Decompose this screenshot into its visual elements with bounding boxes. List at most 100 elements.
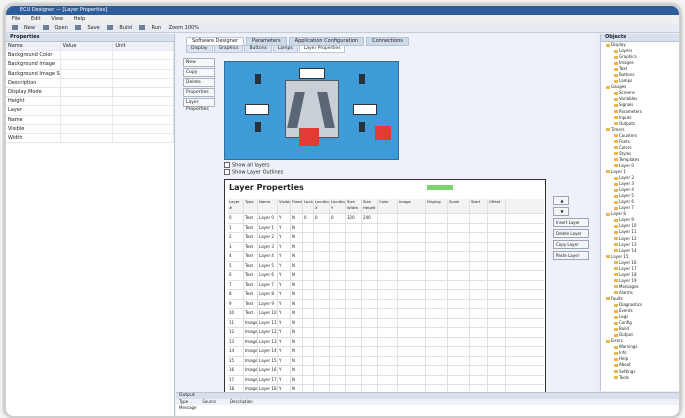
property-row[interactable]: Visible	[6, 124, 174, 134]
table-row[interactable]: 16 Image Layer 16 Y N	[228, 366, 544, 376]
table-cell[interactable]	[448, 366, 470, 375]
table-cell[interactable]	[398, 356, 426, 365]
table-cell[interactable]	[488, 280, 506, 289]
display-preview[interactable]	[224, 61, 399, 160]
table-cell[interactable]	[346, 347, 362, 356]
table-cell[interactable]	[362, 261, 378, 270]
table-cell[interactable]	[426, 261, 448, 270]
table-cell[interactable]: 10	[228, 309, 244, 318]
table-cell[interactable]: Layer 8	[258, 290, 278, 299]
table-cell[interactable]	[488, 214, 506, 223]
subtab-display[interactable]: Display	[186, 45, 213, 53]
table-cell[interactable]: Y	[278, 309, 291, 318]
table-cell[interactable]	[378, 223, 398, 232]
table-cell[interactable]	[362, 299, 378, 308]
table-cell[interactable]	[314, 290, 330, 299]
table-cell[interactable]	[488, 290, 506, 299]
table-cell[interactable]	[448, 290, 470, 299]
table-row[interactable]: 11 Image Layer 11 Y N	[228, 318, 544, 328]
table-cell[interactable]	[330, 328, 346, 337]
table-cell[interactable]: Text	[244, 252, 258, 261]
table-cell[interactable]	[398, 309, 426, 318]
table-cell[interactable]: Layer 16	[258, 366, 278, 375]
table-cell[interactable]: Layer 7	[258, 280, 278, 289]
table-cell[interactable]: Layer 15	[258, 356, 278, 365]
table-cell[interactable]: Layer 14	[258, 347, 278, 356]
table-cell[interactable]	[448, 309, 470, 318]
table-cell[interactable]: Y	[278, 261, 291, 270]
copy-layer-button[interactable]: Copy Layer	[553, 240, 589, 249]
table-cell[interactable]	[448, 375, 470, 384]
table-cell[interactable]	[426, 290, 448, 299]
table-cell[interactable]	[330, 280, 346, 289]
delete-layer-button[interactable]: Delete Layer	[553, 229, 589, 238]
table-cell[interactable]	[426, 328, 448, 337]
table-cell[interactable]	[426, 347, 448, 356]
table-cell[interactable]: Layer 3	[258, 242, 278, 251]
table-cell[interactable]: Y	[278, 290, 291, 299]
table-row[interactable]: 4 Text Layer 4YN	[228, 252, 544, 262]
table-cell[interactable]	[470, 261, 488, 270]
table-cell[interactable]	[346, 223, 362, 232]
tree-item[interactable]: Tools	[604, 375, 679, 381]
table-cell[interactable]	[448, 223, 470, 232]
table-cell[interactable]	[426, 309, 448, 318]
table-cell[interactable]: Text	[244, 233, 258, 242]
table-cell[interactable]	[314, 242, 330, 251]
table-row[interactable]: 6 Text Layer 6YN	[228, 271, 544, 281]
table-cell[interactable]	[488, 347, 506, 356]
property-row[interactable]: Layer	[6, 106, 174, 116]
run-icon[interactable]	[139, 25, 146, 30]
table-cell[interactable]	[330, 242, 346, 251]
table-cell[interactable]	[346, 309, 362, 318]
table-cell[interactable]	[448, 214, 470, 223]
table-cell[interactable]	[330, 375, 346, 384]
table-cell[interactable]	[314, 233, 330, 242]
table-cell[interactable]: N	[291, 356, 303, 365]
table-cell[interactable]	[398, 375, 426, 384]
table-cell[interactable]: 0	[330, 214, 346, 223]
table-cell[interactable]	[314, 271, 330, 280]
table-cell[interactable]: Layer 0	[258, 214, 278, 223]
table-cell[interactable]: 11	[228, 318, 244, 327]
table-cell[interactable]: N	[291, 280, 303, 289]
table-cell[interactable]: N	[291, 366, 303, 375]
table-cell[interactable]	[488, 318, 506, 327]
table-cell[interactable]: N	[291, 233, 303, 242]
table-row[interactable]: 8 Text Layer 8YN	[228, 290, 544, 300]
property-row[interactable]: Height	[6, 97, 174, 107]
table-cell[interactable]: 16	[228, 366, 244, 375]
property-value[interactable]	[61, 97, 114, 106]
table-cell[interactable]: 3	[228, 242, 244, 251]
table-cell[interactable]	[346, 328, 362, 337]
table-cell[interactable]	[470, 375, 488, 384]
table-cell[interactable]: N	[291, 214, 303, 223]
table-cell[interactable]: N	[291, 337, 303, 346]
insert-layer-button[interactable]: Insert Layer	[553, 218, 589, 227]
table-cell[interactable]	[470, 337, 488, 346]
table-cell[interactable]	[448, 299, 470, 308]
table-cell[interactable]	[398, 271, 426, 280]
toolbar-save[interactable]: Save	[87, 25, 99, 31]
table-cell[interactable]	[470, 252, 488, 261]
table-cell[interactable]	[346, 290, 362, 299]
table-row[interactable]: 5 Text Layer 5YN	[228, 261, 544, 271]
subtab-buttons[interactable]: Buttons	[244, 45, 272, 53]
table-cell[interactable]	[303, 375, 314, 384]
table-cell[interactable]	[330, 337, 346, 346]
table-cell[interactable]: Layer 1	[258, 223, 278, 232]
table-cell[interactable]: 9	[228, 299, 244, 308]
table-cell[interactable]	[470, 233, 488, 242]
table-cell[interactable]: 0	[314, 214, 330, 223]
table-cell[interactable]: N	[291, 271, 303, 280]
toolbar-new[interactable]: New	[24, 25, 35, 31]
property-value[interactable]	[61, 69, 114, 78]
table-cell[interactable]	[398, 280, 426, 289]
table-cell[interactable]: 12	[228, 328, 244, 337]
table-cell[interactable]	[378, 280, 398, 289]
table-cell[interactable]	[314, 328, 330, 337]
table-row[interactable]: 2 Text Layer 2YN	[228, 233, 544, 243]
table-cell[interactable]	[488, 366, 506, 375]
new-icon[interactable]	[12, 25, 18, 30]
table-cell[interactable]	[426, 318, 448, 327]
